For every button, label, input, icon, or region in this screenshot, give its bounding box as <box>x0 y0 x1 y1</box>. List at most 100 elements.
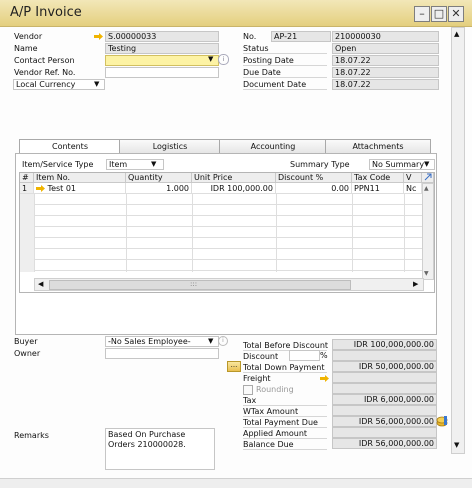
status-field: Open <box>332 43 439 54</box>
row-discount[interactable]: 0.00 <box>276 183 352 194</box>
grid-scroll-up-icon[interactable]: ▲ <box>424 185 429 192</box>
wtax-amount-label: WTax Amount <box>243 407 327 417</box>
col-header-tax-code[interactable]: Tax Code <box>352 173 404 183</box>
items-grid[interactable]: # Item No. Quantity Unit Price Discount … <box>19 172 435 293</box>
item-type-dropdown-icon[interactable]: ▼ <box>151 160 156 168</box>
total-down-payment-label: Total Down Payment <box>243 363 327 373</box>
tab-attachments[interactable]: Attachments <box>325 139 431 153</box>
contact-info-icon[interactable]: i <box>218 54 229 65</box>
summary-type-dropdown-icon[interactable]: ▼ <box>424 160 429 168</box>
ap-invoice-window: A/P Invoice – □ ✕ ▲ ▼ Vendor S.00000033 … <box>0 0 472 488</box>
tab-logistics[interactable]: Logistics <box>119 139 221 153</box>
tab-accounting[interactable]: Accounting <box>219 139 327 153</box>
col-header-discount[interactable]: Discount % <box>276 173 352 183</box>
col-header-item-no[interactable]: Item No. <box>34 173 126 183</box>
summary-type-value: No Summary <box>372 160 425 169</box>
payment-means-icon[interactable] <box>436 415 448 427</box>
posting-date-field[interactable]: 18.07.22 <box>332 55 439 66</box>
rounding-checkbox[interactable] <box>243 385 253 395</box>
doc-number-field[interactable]: 210000030 <box>332 31 439 42</box>
grid-hscroll-thumb[interactable]: ::: <box>49 280 351 290</box>
grid-scroll-left-icon[interactable]: ◀ <box>38 280 43 288</box>
vendor-field[interactable]: S.00000033 <box>105 31 219 42</box>
tab-contents[interactable]: Contents <box>19 139 121 154</box>
grid-scroll-down-icon[interactable]: ▼ <box>424 270 429 277</box>
vendor-link-arrow-icon[interactable] <box>94 33 103 40</box>
name-field[interactable]: Testing <box>105 43 219 54</box>
vertical-scrollbar[interactable]: ▲ ▼ <box>451 27 465 454</box>
row-tax-code[interactable]: PPN11 <box>352 183 404 194</box>
maximize-icon[interactable]: □ <box>431 6 447 22</box>
hscroll-grip: ::: <box>190 280 198 288</box>
col-divider <box>404 194 405 272</box>
col-header-v[interactable]: V <box>404 173 422 183</box>
total-before-discount-field: IDR 100,000,000.00 <box>332 339 437 350</box>
row-item-no[interactable]: Test 01 <box>34 183 126 194</box>
balance-due-field: IDR 56,000,000.00 <box>332 438 437 449</box>
scroll-up-icon[interactable]: ▲ <box>454 30 459 38</box>
freight-link-arrow-icon[interactable] <box>320 375 329 382</box>
title-bar[interactable]: A/P Invoice – □ ✕ <box>0 0 472 27</box>
currency-dropdown-icon[interactable]: ▼ <box>94 80 99 88</box>
discount-amount-field[interactable] <box>332 350 437 361</box>
due-date-field[interactable]: 18.07.22 <box>332 67 439 78</box>
col-divider <box>126 194 127 272</box>
contact-person-field[interactable] <box>105 55 219 66</box>
col-header-unit-price[interactable]: Unit Price <box>192 173 276 183</box>
freight-field <box>332 372 437 383</box>
minimize-icon[interactable]: – <box>414 6 430 22</box>
item-link-arrow-icon[interactable] <box>36 185 45 192</box>
tab-strip: Contents Logistics Accounting Attachment… <box>19 139 431 154</box>
series-field[interactable]: AP-21 <box>271 31 331 42</box>
owner-label: Owner <box>14 349 41 358</box>
row-unit-price[interactable]: IDR 100,000.00 <box>192 183 276 194</box>
document-date-label: Document Date <box>243 80 327 90</box>
discount-percent-field[interactable] <box>289 350 320 361</box>
row-quantity[interactable]: 1.000 <box>126 183 192 194</box>
col-header-quantity[interactable]: Quantity <box>126 173 192 183</box>
row-item-no-value: Test 01 <box>47 184 77 193</box>
grid-horizontal-scrollbar[interactable]: ◀ ::: ▶ <box>34 278 424 291</box>
status-label: Status <box>243 44 327 54</box>
row-number[interactable]: 1 <box>20 183 34 194</box>
grid-scroll-right-icon[interactable]: ▶ <box>413 280 418 288</box>
rounding-field <box>332 383 437 394</box>
remarks-label: Remarks <box>14 431 49 440</box>
buyer-dropdown-icon[interactable]: ▼ <box>208 337 213 345</box>
applied-amount-label: Applied Amount <box>243 429 327 439</box>
remarks-textarea[interactable]: Based On Purchase Orders 210000028. <box>105 428 215 470</box>
window-title: A/P Invoice <box>10 5 82 20</box>
item-type-value: Item <box>109 160 128 169</box>
document-date-field[interactable]: 18.07.22 <box>332 79 439 90</box>
grid-vertical-scrollbar[interactable]: ▲ ▼ <box>422 183 434 280</box>
col-divider <box>276 194 277 272</box>
vendor-ref-field[interactable] <box>105 67 219 78</box>
buyer-label: Buyer <box>14 337 38 346</box>
item-type-label: Item/Service Type <box>22 160 94 169</box>
col-header-num[interactable]: # <box>20 173 34 183</box>
row-v[interactable]: Nc <box>404 183 422 194</box>
freight-label: Freight <box>243 374 271 383</box>
scroll-down-icon[interactable]: ▼ <box>454 441 459 449</box>
contact-dropdown-icon[interactable]: ▼ <box>208 55 213 63</box>
total-down-payment-field: IDR 50,000,000.00 <box>332 361 437 372</box>
col-divider <box>34 194 35 272</box>
rounding-label: Rounding <box>256 385 294 394</box>
applied-amount-field <box>332 427 437 438</box>
down-payment-button[interactable]: ... <box>227 361 241 372</box>
buyer-select[interactable]: -No Sales Employee- <box>105 336 219 347</box>
currency-value: Local Currency <box>16 80 76 89</box>
grid-settings-icon[interactable] <box>422 173 434 183</box>
vendor-label: Vendor <box>14 32 43 41</box>
tax-field: IDR 6,000,000.00 <box>332 394 437 405</box>
total-payment-due-label: Total Payment Due <box>243 418 327 428</box>
empty-rows[interactable] <box>20 194 422 272</box>
name-label: Name <box>14 44 38 53</box>
owner-field[interactable] <box>105 348 219 359</box>
tax-label: Tax <box>243 396 327 406</box>
currency-select[interactable]: Local Currency <box>13 79 105 90</box>
close-icon[interactable]: ✕ <box>448 6 464 22</box>
contact-person-label: Contact Person <box>14 56 75 65</box>
total-payment-due-field: IDR 56,000,000.00 <box>332 416 437 427</box>
buyer-info-icon[interactable]: i <box>218 336 228 346</box>
